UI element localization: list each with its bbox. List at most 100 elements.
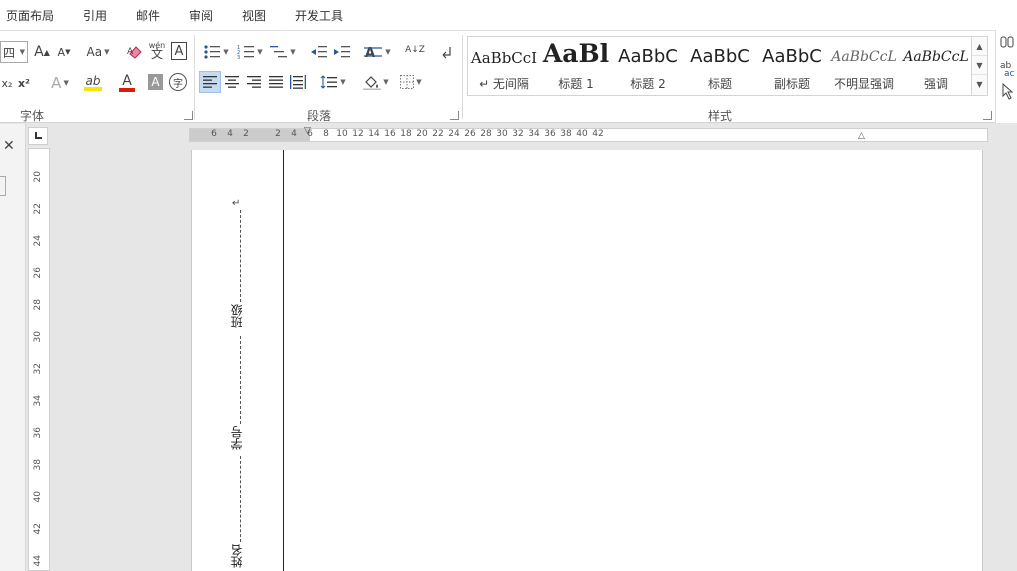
- pane-tab[interactable]: [0, 176, 6, 196]
- tab-page-layout[interactable]: 页面布局: [6, 7, 54, 24]
- style-heading-1[interactable]: AaBl 标题 1: [540, 37, 612, 95]
- ruler-tick-label: 22: [432, 129, 444, 139]
- font-color-icon: A: [122, 72, 132, 89]
- font-color-swatch: [119, 87, 135, 92]
- scroll-up-icon[interactable]: ▲: [972, 37, 987, 56]
- borders-button[interactable]: ▼: [396, 71, 426, 93]
- chinese-layout-icon: A: [364, 46, 383, 60]
- clear-format-button[interactable]: A: [126, 41, 144, 63]
- align-left-button[interactable]: [199, 71, 221, 93]
- shrink-font-icon: A: [57, 45, 66, 59]
- text-effects-button[interactable]: A ▼: [46, 72, 74, 94]
- ruler-tick-label: 2: [243, 129, 249, 139]
- tab-view[interactable]: 视图: [242, 7, 266, 24]
- close-icon[interactable]: ✕: [3, 138, 15, 154]
- multilevel-list-icon: [270, 46, 288, 58]
- distributed-button[interactable]: [288, 71, 308, 93]
- tab-selector[interactable]: [28, 127, 48, 145]
- ruler-tick-label: 4: [291, 129, 297, 139]
- style-preview: AaBbCcL: [903, 49, 969, 65]
- sort-button[interactable]: A↓Z: [405, 39, 425, 61]
- style-name: 标题 1: [558, 77, 594, 91]
- scroll-down-icon[interactable]: ▼: [972, 56, 987, 75]
- superscript-button[interactable]: x²: [16, 72, 32, 94]
- styles-dialog-launcher[interactable]: [983, 111, 992, 120]
- align-left-icon: [203, 76, 217, 88]
- enclose-char-button[interactable]: 字: [169, 73, 187, 91]
- ruler-tick-label: 42: [33, 523, 43, 535]
- char-border-button[interactable]: A: [171, 42, 187, 60]
- ruler-tick-label: 14: [368, 129, 380, 139]
- ruler-tick-label: 24: [448, 129, 460, 139]
- horizontal-ruler[interactable]: 6 4 2 2 4 6 8 10 12 14 16 18 20 22 24 26 28 30 32 34 36 38 40 4…: [189, 126, 988, 142]
- styles-gallery: AaBbCcI ↵ 无间隔 AaBl 标题 1 AaBbC 标题 2 AaBbC…: [467, 36, 988, 96]
- ruler-tick-label: 42: [592, 129, 604, 139]
- group-divider: [194, 35, 195, 119]
- style-emphasis[interactable]: AaBbCcL 强调: [900, 37, 972, 95]
- paragraph-dialog-launcher[interactable]: [450, 111, 459, 120]
- font-color-button[interactable]: A: [112, 72, 142, 94]
- grow-font-button[interactable]: A ▲: [32, 41, 52, 63]
- eraser-icon: A: [127, 46, 142, 59]
- first-line-indent-marker[interactable]: ▽: [304, 126, 311, 136]
- font-dialog-launcher[interactable]: [184, 111, 193, 120]
- ruler-tick-label: 22: [33, 203, 43, 215]
- subscript-button[interactable]: x₂: [0, 72, 14, 94]
- text-effects-icon: A: [51, 74, 62, 92]
- shrink-font-button[interactable]: A ▼: [55, 41, 73, 63]
- line-spacing-button[interactable]: ▼: [318, 71, 348, 93]
- align-right-button[interactable]: [244, 71, 264, 93]
- tab-developer[interactable]: 开发工具: [295, 7, 343, 24]
- style-preview: AaBbC: [690, 46, 750, 67]
- style-subtitle[interactable]: AaBbC 副标题: [756, 37, 828, 95]
- highlight-button[interactable]: ab: [78, 72, 108, 94]
- phonetic-guide-button[interactable]: wén 文: [148, 39, 166, 61]
- ruler-tick-label: 32: [33, 363, 43, 375]
- chinese-layout-button[interactable]: A ▼: [362, 41, 392, 63]
- style-name: 不明显强调: [833, 77, 894, 91]
- document-page[interactable]: [191, 150, 983, 571]
- font-size-select[interactable]: 四 ▼: [0, 41, 28, 63]
- show-marks-button[interactable]: [437, 41, 455, 63]
- multilevel-list-button[interactable]: ▼: [268, 41, 298, 63]
- tab-mailings[interactable]: 邮件: [136, 7, 160, 24]
- increase-indent-button[interactable]: [332, 41, 352, 63]
- paint-bucket-icon: [363, 76, 382, 90]
- tab-review[interactable]: 审阅: [189, 7, 213, 24]
- ruler-tick-label: 30: [496, 129, 508, 139]
- font-group-label: 字体: [20, 109, 45, 123]
- ruler-tick-label: 44: [33, 555, 43, 567]
- style-heading-2[interactable]: AaBbC 标题 2: [612, 37, 684, 95]
- ruler-tick-label: 6: [211, 129, 217, 139]
- justify-icon: [269, 76, 283, 88]
- find-replace-icon[interactable]: abac: [1000, 36, 1017, 116]
- ruler-tick-label: 36: [544, 129, 556, 139]
- more-styles-icon[interactable]: ▼: [972, 75, 987, 94]
- style-preview: AaBbC: [762, 46, 822, 67]
- decrease-indent-icon: [311, 46, 327, 58]
- change-case-button[interactable]: Aa ▼: [83, 41, 113, 63]
- justify-button[interactable]: [266, 71, 286, 93]
- align-center-icon: [225, 76, 239, 88]
- bullets-button[interactable]: ▼: [200, 41, 232, 63]
- vertical-ruler[interactable]: 20 22 24 26 28 30 32 34 36 38 40 42 44: [28, 148, 50, 571]
- ruler-tick-label: 26: [464, 129, 476, 139]
- style-title[interactable]: AaBbC 标题: [684, 37, 756, 95]
- right-indent-marker[interactable]: △: [858, 131, 865, 141]
- style-subtle-emphasis[interactable]: AaBbCcL 不明显强调: [828, 37, 900, 95]
- tab-references[interactable]: 引用: [83, 7, 107, 24]
- shading-button[interactable]: ▼: [361, 71, 391, 93]
- decrease-indent-button[interactable]: [309, 41, 329, 63]
- ruler-tick-label: 18: [400, 129, 412, 139]
- align-center-button[interactable]: [222, 71, 242, 93]
- paragraph-group-label: 段落: [307, 109, 332, 123]
- ruler-tick-label: 24: [33, 235, 43, 247]
- numbering-button[interactable]: 1 2 3 ▼: [235, 41, 265, 63]
- tab-stop-icon: [35, 132, 42, 139]
- ruler-tick-label: 40: [576, 129, 588, 139]
- ruler-tick-label: 20: [33, 171, 43, 183]
- gallery-scrollbar[interactable]: ▲ ▼ ▼: [971, 37, 987, 95]
- char-shading-button[interactable]: A: [148, 74, 163, 90]
- svg-text:A: A: [127, 47, 134, 57]
- style-no-spacing[interactable]: AaBbCcI ↵ 无间隔: [468, 37, 540, 95]
